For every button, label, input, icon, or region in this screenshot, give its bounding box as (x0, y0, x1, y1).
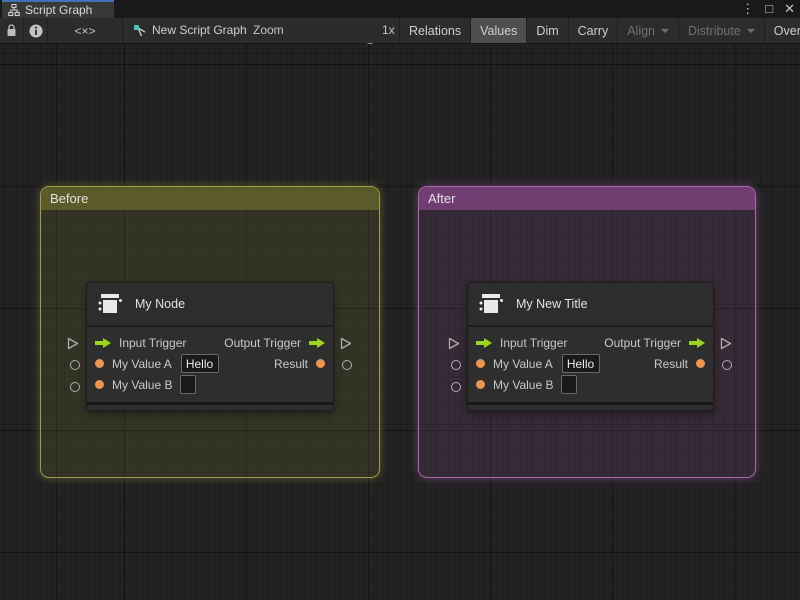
node-my-new-title-header[interactable]: My New Title (468, 283, 713, 327)
dim-button[interactable]: Dim (526, 18, 567, 43)
ext-value-b-port[interactable] (70, 382, 80, 392)
overview-button[interactable]: Overview (763, 18, 800, 43)
distribute-dropdown[interactable]: Distribute (678, 18, 764, 43)
result-port-icon[interactable] (316, 359, 325, 368)
group-after-header[interactable]: After (419, 187, 755, 210)
tab-bar: Script Graph ⋮ □ ✕ (0, 0, 800, 18)
value-b-port-icon[interactable] (95, 380, 104, 389)
graph-name-label: New Script Graph (152, 23, 247, 37)
window-menu-button[interactable]: ⋮ (741, 0, 754, 18)
value-b-input[interactable] (180, 375, 197, 394)
unit-node-icon (98, 294, 122, 313)
ext-output-trigger-port[interactable] (720, 337, 732, 350)
value-b-input[interactable] (561, 375, 578, 394)
unit-node-icon (479, 294, 503, 313)
script-graph-tab-icon (8, 4, 20, 16)
lock-button[interactable] (0, 18, 23, 43)
graph-asset-icon (134, 25, 146, 37)
input-trigger-port-icon[interactable] (95, 337, 111, 348)
info-icon (29, 24, 42, 37)
ext-result-port[interactable] (722, 360, 732, 370)
value-a-port-icon[interactable] (95, 359, 104, 368)
values-button[interactable]: Values (470, 18, 527, 43)
view-options-cluster: Relations Values Dim Carry Align Distrib… (399, 18, 800, 43)
group-before-header[interactable]: Before (41, 187, 379, 210)
result-port-icon[interactable] (696, 359, 705, 368)
relations-button[interactable]: Relations (399, 18, 470, 43)
node-title: My New Title (516, 297, 588, 311)
value-a-input[interactable] (180, 354, 219, 373)
tab-script-graph[interactable]: Script Graph (2, 0, 114, 18)
tab-title: Script Graph (25, 3, 93, 17)
output-trigger-port-icon[interactable] (309, 337, 325, 348)
output-trigger-port-icon[interactable] (689, 337, 705, 348)
chevron-down-icon (746, 28, 755, 33)
node-my-node[interactable]: My Node Input Trigger Output Trigger My … (86, 282, 334, 411)
ext-value-b-port[interactable] (451, 382, 461, 392)
align-dropdown[interactable]: Align (617, 18, 678, 43)
chevron-down-icon (661, 28, 669, 33)
input-trigger-port-icon[interactable] (476, 337, 492, 348)
ext-value-a-port[interactable] (451, 360, 461, 370)
value-a-input[interactable] (561, 354, 600, 373)
node-my-new-title[interactable]: My New Title Input Trigger Output Trigge… (467, 282, 714, 411)
node-footer (468, 402, 713, 410)
ext-output-trigger-port[interactable] (340, 337, 352, 350)
script-graph-window: Script Graph ⋮ □ ✕ <×> New Script Graph … (0, 0, 800, 600)
ext-input-trigger-port[interactable] (448, 337, 460, 350)
carry-button[interactable]: Carry (567, 18, 618, 43)
graph-toolbar: <×> New Script Graph Zoom 1x Relations V… (0, 18, 800, 55)
node-footer (87, 402, 333, 410)
value-a-port-icon[interactable] (476, 359, 485, 368)
ext-result-port[interactable] (342, 360, 352, 370)
ext-input-trigger-port[interactable] (67, 337, 79, 350)
code-icon: <×> (74, 23, 96, 38)
code-view-button[interactable]: <×> (48, 18, 122, 43)
value-b-port-icon[interactable] (476, 380, 485, 389)
maximize-button[interactable]: □ (765, 0, 773, 18)
node-my-node-header[interactable]: My Node (87, 283, 333, 327)
group-after-title: After (428, 191, 456, 206)
ext-value-a-port[interactable] (70, 360, 80, 370)
info-button[interactable] (24, 18, 47, 43)
node-title: My Node (135, 297, 186, 311)
group-before-title: Before (50, 191, 89, 206)
close-button[interactable]: ✕ (784, 0, 795, 18)
lock-icon (7, 24, 16, 36)
zoom-value: 1x (382, 23, 395, 37)
graph-canvas[interactable]: Before After My Node Input Trigger Outpu… (0, 44, 800, 600)
zoom-label: Zoom (253, 23, 284, 37)
